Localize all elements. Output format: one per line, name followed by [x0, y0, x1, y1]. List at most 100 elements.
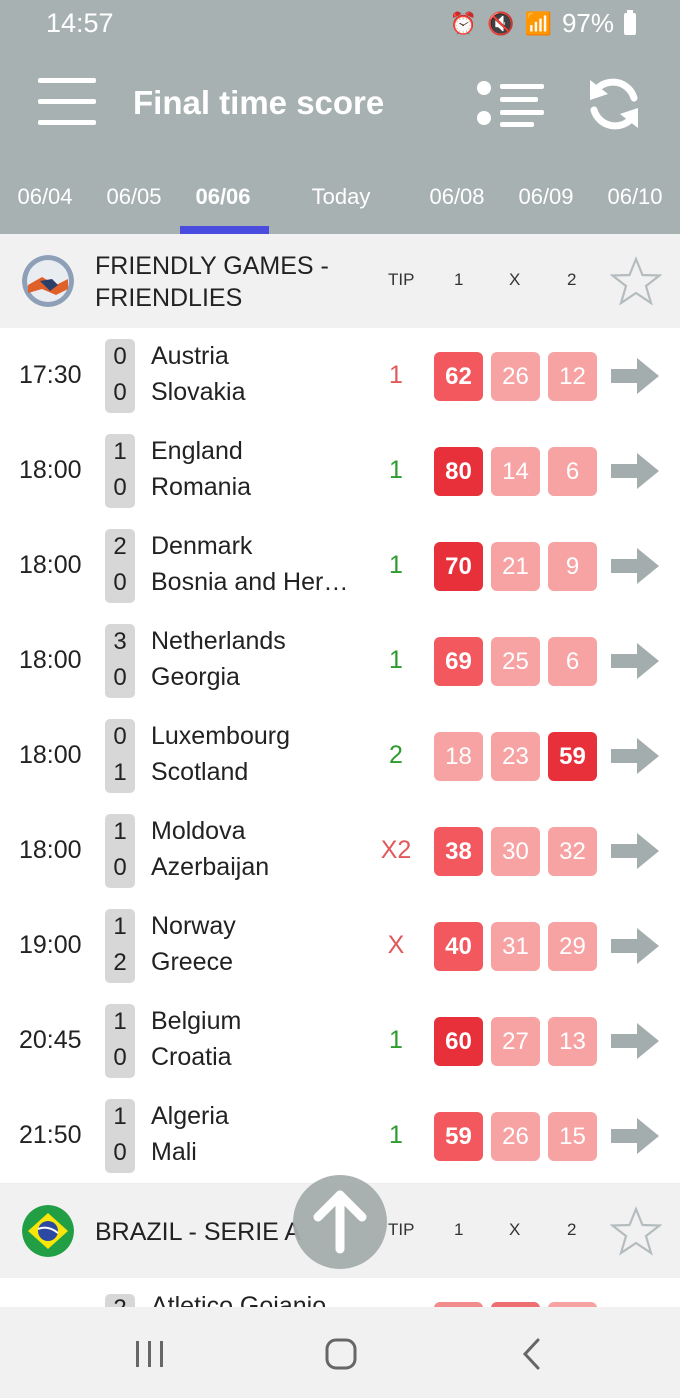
away-score: 0 — [113, 1044, 127, 1071]
active-tab-indicator — [180, 226, 269, 234]
prob-x: 26 — [491, 352, 540, 401]
match-row[interactable]: 20:45 1 0 Belgium Croatia 1 60 27 13 — [0, 993, 680, 1089]
prob-1: 60 — [434, 1017, 483, 1066]
date-tabs: 06/04 06/05 06/06 Today 06/08 06/09 06/1… — [0, 184, 680, 234]
away-score: 0 — [113, 664, 127, 691]
home-team: England — [151, 437, 243, 465]
arrow-right-icon[interactable] — [609, 641, 661, 681]
star-icon[interactable] — [610, 1206, 662, 1258]
back-icon[interactable] — [520, 1337, 544, 1371]
prob-1: 62 — [434, 352, 483, 401]
match-time: 18:00 — [19, 836, 82, 864]
away-score: 1 — [113, 759, 127, 786]
star-icon[interactable] — [610, 256, 662, 308]
home-team: Austria — [151, 342, 229, 370]
league-name: BRAZIL - SERIE A — [95, 1218, 302, 1246]
match-row[interactable]: 18:00 1 0 England Romania 1 80 14 6 — [0, 423, 680, 519]
score-box: 0 0 — [105, 339, 135, 413]
arrow-right-icon[interactable] — [609, 831, 661, 871]
match-row[interactable]: 18:00 2 0 Denmark Bosnia and Her… 1 70 2… — [0, 518, 680, 614]
tab-0610[interactable]: 06/10 — [602, 184, 668, 210]
home-team: Denmark — [151, 532, 253, 560]
prob-x: 27 — [491, 1017, 540, 1066]
match-row[interactable]: 18:00 3 0 Netherlands Georgia 1 69 25 6 — [0, 613, 680, 709]
home-team: Belgium — [151, 1007, 242, 1035]
away-team: Greece — [151, 948, 233, 976]
league-header-friendlies: FRIENDLY GAMES - FRIENDLIES TIP 1 X 2 — [0, 234, 680, 328]
away-team: Romania — [151, 473, 252, 501]
match-row[interactable]: 17:30 0 0 Austria Slovakia 1 62 26 12 — [0, 328, 680, 424]
tip-value: 1 — [389, 551, 403, 579]
refresh-icon[interactable] — [584, 74, 644, 134]
arrow-right-icon[interactable] — [609, 451, 661, 491]
tip-value: 1 — [389, 361, 403, 389]
score-box: 0 1 — [105, 719, 135, 793]
match-time: 18:00 — [19, 741, 82, 769]
arrow-right-icon[interactable] — [609, 356, 661, 396]
home-score: 2 — [105, 1295, 135, 1307]
recent-apps-icon[interactable] — [134, 1339, 166, 1369]
tab-0605[interactable]: 06/05 — [101, 184, 167, 210]
prob-x: 23 — [491, 732, 540, 781]
list-icon[interactable] — [474, 80, 546, 128]
home-team: Atletico Goianio — [151, 1292, 327, 1307]
arrow-right-icon[interactable] — [609, 546, 661, 586]
arrow-right-icon[interactable] — [609, 1116, 661, 1156]
match-row[interactable]: 18:00 1 0 Moldova Azerbaijan X2 38 30 32 — [0, 803, 680, 899]
prob-x: 30 — [491, 827, 540, 876]
away-team: Croatia — [151, 1043, 232, 1071]
arrow-right-icon[interactable] — [609, 736, 661, 776]
tab-0609[interactable]: 06/09 — [513, 184, 579, 210]
match-row[interactable]: 19:00 1 2 Norway Greece X 40 31 29 — [0, 898, 680, 994]
match-row-partial[interactable]: 2 Atletico Goianio — [0, 1278, 680, 1307]
prob-x: 14 — [491, 447, 540, 496]
tip-value: 2 — [389, 741, 403, 769]
col-x: X — [509, 1220, 521, 1239]
col-tip: TIP — [388, 1220, 415, 1239]
match-time: 21:50 — [19, 1121, 82, 1149]
arrow-right-icon[interactable] — [609, 926, 661, 966]
score-box: 1 2 — [105, 909, 135, 983]
away-score: 2 — [113, 949, 127, 976]
tab-today[interactable]: Today — [305, 184, 377, 210]
tip-value: 1 — [389, 646, 403, 674]
home-score: 1 — [113, 1008, 127, 1035]
arrow-right-icon[interactable] — [609, 1021, 661, 1061]
scroll-top-button[interactable] — [293, 1175, 387, 1269]
prob-2: 6 — [548, 447, 597, 496]
app-bar: 14:57 ⏰ 🔇 📶 97% Final time score 06/04 0… — [0, 0, 680, 234]
hamburger-icon[interactable] — [38, 78, 96, 126]
away-score: 0 — [113, 854, 127, 881]
home-icon[interactable] — [324, 1337, 358, 1371]
away-team: Mali — [151, 1138, 197, 1166]
match-time: 17:30 — [19, 361, 82, 389]
home-score: 1 — [113, 913, 127, 940]
home-score: 0 — [113, 343, 127, 370]
prob-2: 9 — [548, 542, 597, 591]
status-time: 14:57 — [46, 8, 114, 38]
status-icons: ⏰ 🔇 📶 97% — [450, 8, 636, 39]
away-team: Georgia — [151, 663, 240, 691]
league-name-line1: FRIENDLY GAMES - — [95, 252, 329, 280]
prob-1: 69 — [434, 637, 483, 686]
system-nav-bar — [0, 1307, 680, 1398]
match-row[interactable]: 21:50 1 0 Algeria Mali 1 59 26 15 — [0, 1088, 680, 1184]
score-box: 1 0 — [105, 434, 135, 508]
prob-2: 12 — [548, 352, 597, 401]
tab-0604[interactable]: 06/04 — [12, 184, 78, 210]
home-team: Luxembourg — [151, 722, 290, 750]
score-box: 1 0 — [105, 1004, 135, 1078]
home-score: 2 — [113, 533, 127, 560]
tab-0608[interactable]: 06/08 — [424, 184, 490, 210]
league-name-line2: FRIENDLIES — [95, 284, 243, 312]
prob-1: 18 — [434, 732, 483, 781]
away-team: Slovakia — [151, 378, 246, 406]
away-score: 0 — [113, 379, 127, 406]
tab-0606[interactable]: 06/06 — [190, 184, 256, 210]
home-score: 1 — [113, 818, 127, 845]
match-row[interactable]: 18:00 0 1 Luxembourg Scotland 2 18 23 59 — [0, 708, 680, 804]
home-team: Netherlands — [151, 627, 286, 655]
away-team: Scotland — [151, 758, 249, 786]
prob-2: 32 — [548, 827, 597, 876]
away-team: Azerbaijan — [151, 853, 270, 881]
